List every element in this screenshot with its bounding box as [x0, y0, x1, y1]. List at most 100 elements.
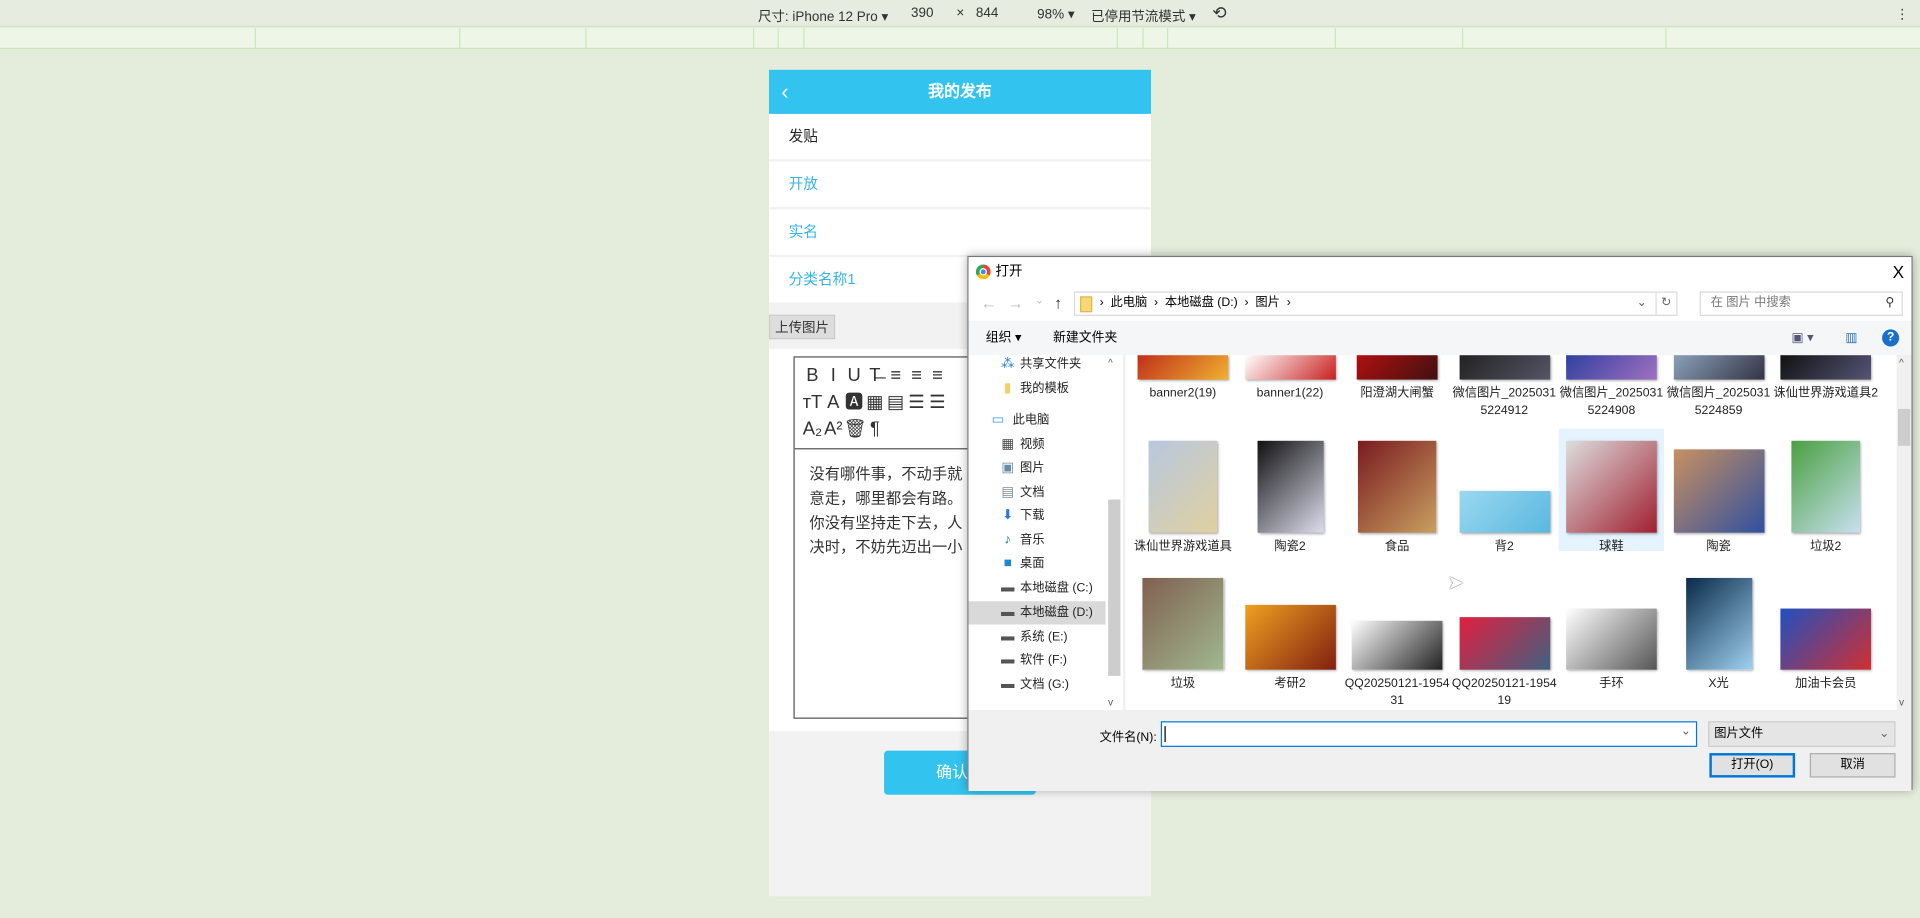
format-button[interactable]: ≡: [927, 362, 948, 389]
cancel-button[interactable]: 取消: [1809, 753, 1896, 778]
file-grid-scrollbar[interactable]: ^ v: [1896, 355, 1912, 711]
file-item[interactable]: X光: [1666, 566, 1771, 703]
music-icon: ♪: [1004, 532, 1012, 548]
device-select[interactable]: 尺寸: iPhone 12 Pro ▾: [758, 6, 888, 26]
nav-item[interactable]: ⁂ 共享文件夹: [969, 353, 1106, 376]
format-button[interactable]: ≡: [906, 362, 927, 389]
file-item[interactable]: 背2: [1452, 429, 1557, 553]
file-name: 背2: [1494, 540, 1514, 554]
zoom-select[interactable]: 98% ▾: [1037, 6, 1074, 22]
search-icon[interactable]: ⚲: [1885, 293, 1894, 315]
nav-item[interactable]: ▭ 此电脑: [969, 409, 1106, 432]
format-button[interactable]: U: [844, 362, 865, 389]
file-item[interactable]: 考研2: [1237, 566, 1342, 703]
format-button[interactable]: ¶: [864, 416, 885, 443]
media-query-bar[interactable]: [0, 28, 1920, 49]
nav-item[interactable]: ▬ 文档 (G:): [969, 673, 1106, 696]
file-name: 诛仙世界游戏道具2: [1773, 386, 1879, 401]
chevron-down-icon[interactable]: ⌄: [1681, 725, 1691, 738]
breadcrumb-item[interactable]: 图片: [1255, 296, 1279, 309]
form-row-open[interactable]: 开放: [768, 161, 1152, 207]
up-button[interactable]: ↑: [1054, 294, 1062, 312]
filetype-select[interactable]: 图片文件 ⌄: [1708, 721, 1896, 747]
file-item[interactable]: QQ20250121-195431: [1344, 566, 1450, 708]
nav-item[interactable]: ▤ 文档: [969, 481, 1106, 504]
format-button[interactable]: 🗑: [844, 416, 867, 443]
form-row-post[interactable]: 发贴: [768, 113, 1152, 160]
file-thumbnail: [1780, 608, 1872, 670]
new-folder-button[interactable]: 新建文件夹: [1053, 321, 1117, 355]
format-button[interactable]: A₂: [802, 416, 823, 443]
more-options-icon[interactable]: ⋮: [1896, 6, 1909, 22]
filename-input[interactable]: ⌄: [1160, 721, 1698, 747]
nav-item[interactable]: ▬ 系统 (E:): [969, 626, 1106, 649]
file-item[interactable]: 手环: [1559, 566, 1664, 703]
recent-locations-button[interactable]: ⌄: [1035, 294, 1044, 307]
nav-item-label: 音乐: [1020, 533, 1045, 548]
forward-button[interactable]: →: [1008, 294, 1024, 312]
format-button[interactable]: T̶: [864, 362, 885, 389]
file-item[interactable]: 加油卡会员: [1773, 566, 1878, 703]
nav-item-label: 文档: [1020, 486, 1045, 500]
open-button[interactable]: 打开(O): [1709, 753, 1796, 778]
folder-icon: [1080, 296, 1093, 313]
format-button[interactable]: ≡: [885, 362, 906, 389]
file-item[interactable]: 垃圾: [1130, 566, 1235, 703]
format-button[interactable]: B: [802, 362, 823, 389]
throttle-select[interactable]: 已停用节流模式 ▾: [1091, 6, 1196, 26]
nav-item[interactable]: ■ 桌面: [969, 552, 1106, 575]
refresh-icon[interactable]: ↻: [1655, 292, 1671, 315]
file-item[interactable]: QQ20250121-195419: [1452, 566, 1557, 708]
nav-item-label: 桌面: [1020, 557, 1045, 571]
breadcrumb-item[interactable]: 本地磁盘 (D:): [1165, 296, 1238, 309]
format-button[interactable]: A²: [823, 416, 844, 443]
format-button[interactable]: ᴛT: [802, 389, 823, 416]
nav-item[interactable]: ▦ 视频: [969, 433, 1106, 456]
format-button[interactable]: I: [823, 362, 844, 389]
format-button[interactable]: ☰: [927, 389, 948, 416]
device-height[interactable]: 844: [976, 6, 998, 21]
file-item[interactable]: 垃圾2: [1773, 429, 1878, 553]
help-icon[interactable]: ?: [1882, 329, 1900, 347]
nav-item[interactable]: ⬇ 下载: [969, 504, 1106, 527]
form-row-realname[interactable]: 实名: [768, 209, 1152, 255]
format-button[interactable]: 🅰: [844, 389, 865, 416]
file-thumbnail: [1673, 355, 1764, 380]
dialog-titlebar: 打开 X: [968, 257, 1912, 287]
nav-item-label: 本地磁盘 (C:): [1020, 581, 1093, 596]
nav-item[interactable]: ▮ 我的模板: [969, 377, 1106, 400]
file-thumbnail: [1256, 440, 1324, 533]
nav-item[interactable]: ▣ 图片: [969, 457, 1106, 480]
format-button[interactable]: ▦: [864, 389, 885, 416]
rotate-icon[interactable]: ⟲: [1212, 2, 1226, 23]
organize-button[interactable]: 组织 ▾: [986, 321, 1022, 355]
format-button[interactable]: A: [823, 389, 844, 416]
pictures-icon: ▣: [1001, 460, 1015, 476]
address-bar[interactable]: › 此电脑 › 本地磁盘 (D:) › 图片 › ⌄ ↻: [1073, 291, 1678, 316]
preview-pane-icon[interactable]: ▥: [1845, 321, 1857, 355]
computer-icon: ▭: [991, 412, 1005, 428]
device-width[interactable]: 390: [911, 6, 933, 21]
file-item[interactable]: 球鞋: [1558, 428, 1665, 553]
nav-item[interactable]: ▬ 本地磁盘 (C:): [969, 577, 1106, 600]
navpane-scrollbar[interactable]: ^ v: [1105, 355, 1123, 711]
file-thumbnail: [1356, 355, 1438, 380]
file-thumbnail: [1142, 577, 1224, 670]
back-button[interactable]: ←: [981, 294, 997, 312]
format-button[interactable]: ▤: [885, 389, 906, 416]
format-button[interactable]: ☰: [906, 389, 927, 416]
search-input[interactable]: 在 图片 中搜索 ⚲: [1699, 291, 1903, 316]
upload-image-button[interactable]: 上传图片: [768, 314, 836, 340]
breadcrumb-item[interactable]: 此电脑: [1110, 296, 1147, 309]
close-button[interactable]: X: [1893, 257, 1904, 286]
view-options-icon[interactable]: ▣ ▾: [1791, 321, 1813, 355]
file-item[interactable]: 陶瓷: [1666, 429, 1771, 553]
nav-item[interactable]: ♪ 音乐: [969, 529, 1106, 552]
file-item[interactable]: 诛仙世界游戏道具: [1130, 429, 1235, 553]
nav-item[interactable]: ▬ 软件 (F:): [969, 649, 1106, 672]
file-item[interactable]: 陶瓷2: [1237, 429, 1342, 553]
nav-item[interactable]: ▬ 本地磁盘 (D:): [968, 601, 1106, 625]
file-item[interactable]: 食品: [1344, 429, 1449, 553]
back-icon[interactable]: ‹: [781, 70, 788, 114]
chevron-down-icon[interactable]: ⌄: [1637, 293, 1647, 315]
